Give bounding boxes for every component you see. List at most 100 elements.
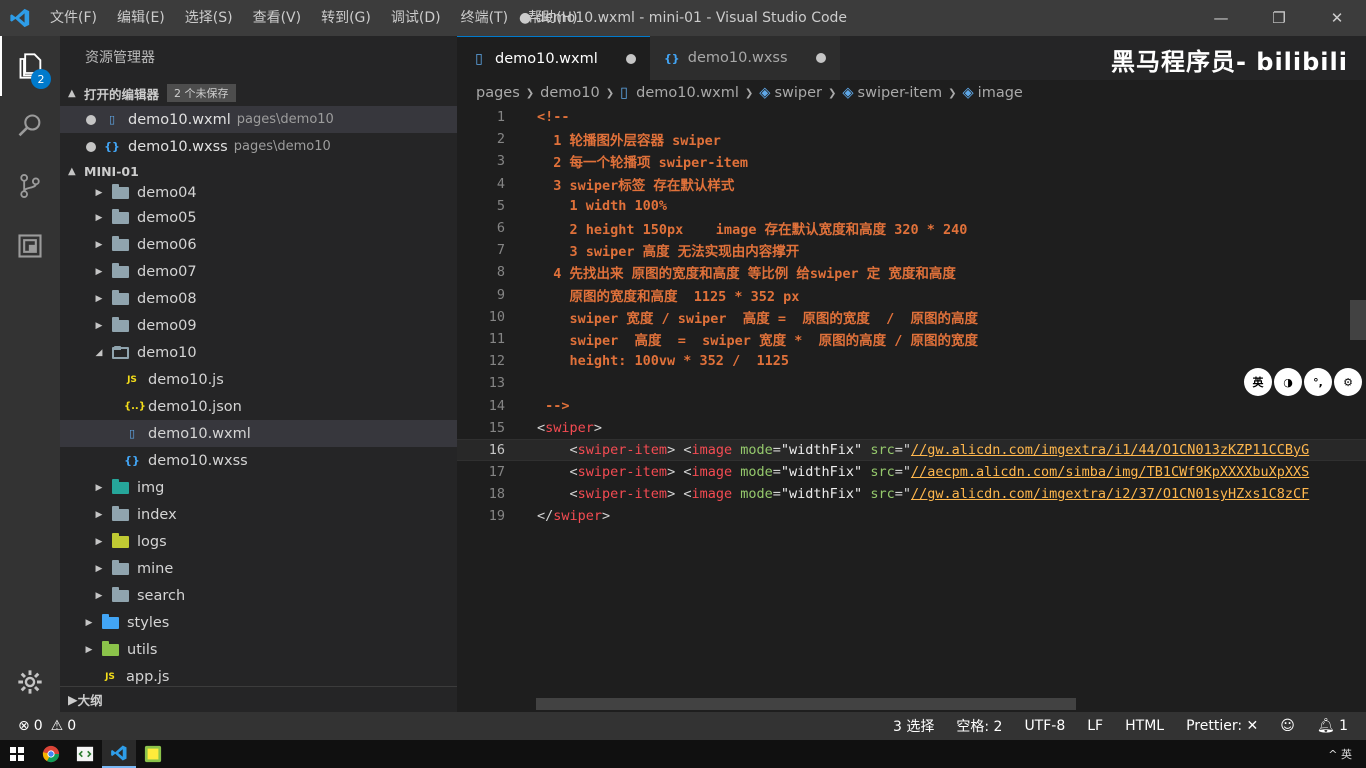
menu-edit[interactable]: 编辑(E) [107,0,175,36]
mode-value: "widthFix" [780,486,863,503]
breadcrumb-item[interactable]: swiper [774,85,822,101]
open-editors-header[interactable]: ▲ 打开的编辑器 2 个未保存 [60,80,457,106]
tree-file[interactable]: {} demo10.wxss [60,447,457,474]
tree-folder-label: demo04 [137,185,197,201]
manage-activity-button[interactable] [0,652,60,712]
breadcrumb-item[interactable]: pages [476,85,520,101]
logs-folder-icon [112,532,129,548]
menu-bar: 文件(F) 编辑(E) 选择(S) 查看(V) 转到(G) 调试(D) 终端(T… [40,0,588,36]
project-header[interactable]: ▲ MINI-01 [60,160,457,182]
menu-debug[interactable]: 调试(D) [381,0,451,36]
explorer-activity-button[interactable]: 2 [0,36,60,96]
indent-status[interactable]: 空格: 2 [956,716,1002,736]
windows-start-icon[interactable] [0,740,34,768]
chevron-right-icon: ❯ [744,87,754,99]
unsaved-dot-icon[interactable] [625,53,636,64]
tree-folder[interactable]: ▶ img [60,474,457,501]
code-line: 10 swiper 宽度 / swiper 高度 = 原图的宽度 / 原图的高度 [457,306,1366,328]
comment-text: height: 100vw * 352 / 1125 [537,353,789,370]
code-editor[interactable]: 1 <!-- 2 1 轮播图外层容器 swiper 3 2 每一个轮播项 swip… [457,106,1366,698]
comment-text: 1 轮播图外层容器 swiper [537,133,721,150]
tree-folder[interactable]: ▶ search [60,582,457,609]
tree-folder[interactable]: ▶ demo05 [60,204,457,231]
breadcrumb: pages ❯ demo10 ❯ ▯ demo10.wxml ❯ ◈ swipe… [457,80,1366,106]
swiper-item-tag: swiper-item [577,464,668,481]
image-tag: image [691,464,733,481]
menu-file[interactable]: 文件(F) [40,0,107,36]
search-activity-button[interactable] [0,96,60,156]
unsaved-dot-icon[interactable] [86,141,96,152]
menu-view[interactable]: 查看(V) [243,0,312,36]
code-editor-app-icon[interactable] [68,740,102,768]
outline-header[interactable]: ▶ 大纲 [60,686,457,712]
unsaved-dot-icon[interactable] [86,114,96,125]
ime-moon-button[interactable]: ◑ [1274,368,1302,396]
breadcrumb-item[interactable]: demo10 [540,85,600,101]
tree-folder[interactable]: ▶ demo09 [60,312,457,339]
tree-folder[interactable]: ▶ demo04 [60,182,457,204]
menu-help[interactable]: 帮助(H) [518,0,587,36]
notifications-status[interactable]: 🔔︎ 1 [1317,718,1348,734]
url-link[interactable]: //aecpm.alicdn.com/simba/img/TB1CWf9KpXX… [911,464,1309,480]
tree-file-selected[interactable]: ▯ demo10.wxml [60,420,457,447]
tree-folder-label: utils [127,641,158,658]
code-line: 4 3 swiper标签 存在默认样式 [457,173,1366,195]
tree-folder-expanded[interactable]: ◢ demo10 [60,339,457,366]
tab-label: demo10.wxml [495,50,598,67]
line-number: 6 [496,220,505,237]
chevron-right-icon: ▶ [95,212,103,223]
wechat-devtools-icon[interactable] [136,740,170,768]
tree-folder[interactable]: ▶ demo07 [60,258,457,285]
tree-file[interactable]: JS demo10.js [60,366,457,393]
tab-demo10-wxml[interactable]: ▯ demo10.wxml [457,36,650,80]
project-label: MINI-01 [84,163,139,179]
chrome-icon[interactable] [34,740,68,768]
horizontal-scrollbar[interactable] [536,698,1076,710]
tree-folder[interactable]: ▶ index [60,501,457,528]
tree-folder[interactable]: ▶ mine [60,555,457,582]
breadcrumb-item[interactable]: image [978,85,1023,101]
vscode-taskbar-icon[interactable] [102,740,136,768]
system-tray[interactable]: ^ 英 [1328,746,1352,762]
extensions-activity-button[interactable] [0,216,60,276]
url-link[interactable]: //gw.alicdn.com/imgextra/i1/44/O1CN013zK… [911,442,1309,458]
minimize-button[interactable]: — [1192,0,1250,36]
menu-selection[interactable]: 选择(S) [175,0,243,36]
menu-terminal[interactable]: 终端(T) [451,0,518,36]
explorer-badge: 2 [31,69,51,89]
open-editor-item[interactable]: ▯ demo10.wxml pages\demo10 [60,106,457,133]
language-status[interactable]: HTML [1125,718,1164,734]
chevron-right-icon: ▶ [95,509,103,520]
prettier-status[interactable]: Prettier: ✕ [1186,718,1258,734]
tree-file[interactable]: {..} demo10.json [60,393,457,420]
code-line: 3 2 每一个轮播项 swiper-item [457,150,1366,172]
mode-attr: mode [740,486,773,503]
tree-folder[interactable]: ▶ utils [60,636,457,663]
encoding-status[interactable]: UTF-8 [1024,718,1065,734]
breadcrumb-item[interactable]: demo10.wxml [636,85,739,101]
open-editor-item[interactable]: {} demo10.wxss pages\demo10 [60,133,457,160]
restore-button[interactable]: ❐ [1250,0,1308,36]
eol-status[interactable]: LF [1087,718,1103,734]
tree-folder[interactable]: ▶ styles [60,609,457,636]
close-button[interactable]: ✕ [1308,0,1366,36]
ime-punct-button[interactable]: °, [1304,368,1332,396]
unsaved-dot-icon[interactable] [815,53,826,63]
selection-status[interactable]: 3 选择 [893,716,934,736]
ime-settings-button[interactable]: ⚙ [1334,368,1362,396]
ime-lang-button[interactable]: 英 [1244,368,1272,396]
open-editor-name: demo10.wxml [128,111,231,128]
tree-folder[interactable]: ▶ demo06 [60,231,457,258]
vertical-scrollbar[interactable] [1350,300,1366,340]
tree-folder[interactable]: ▶ demo08 [60,285,457,312]
breadcrumb-item[interactable]: swiper-item [858,85,943,101]
chevron-down-icon: ▲ [68,165,76,177]
source-control-activity-button[interactable] [0,156,60,216]
url-link[interactable]: //gw.alicdn.com/imgextra/i2/37/O1CN01syH… [911,486,1309,502]
problems-indicator[interactable]: ⊗ 0 ⚠ 0 [0,718,76,734]
folder-icon [112,289,129,305]
tab-demo10-wxss[interactable]: {} demo10.wxss [649,36,840,80]
feedback-smiley-icon[interactable]: ☺ [1280,718,1295,734]
tree-folder[interactable]: ▶ logs [60,528,457,555]
menu-go[interactable]: 转到(G) [311,0,381,36]
